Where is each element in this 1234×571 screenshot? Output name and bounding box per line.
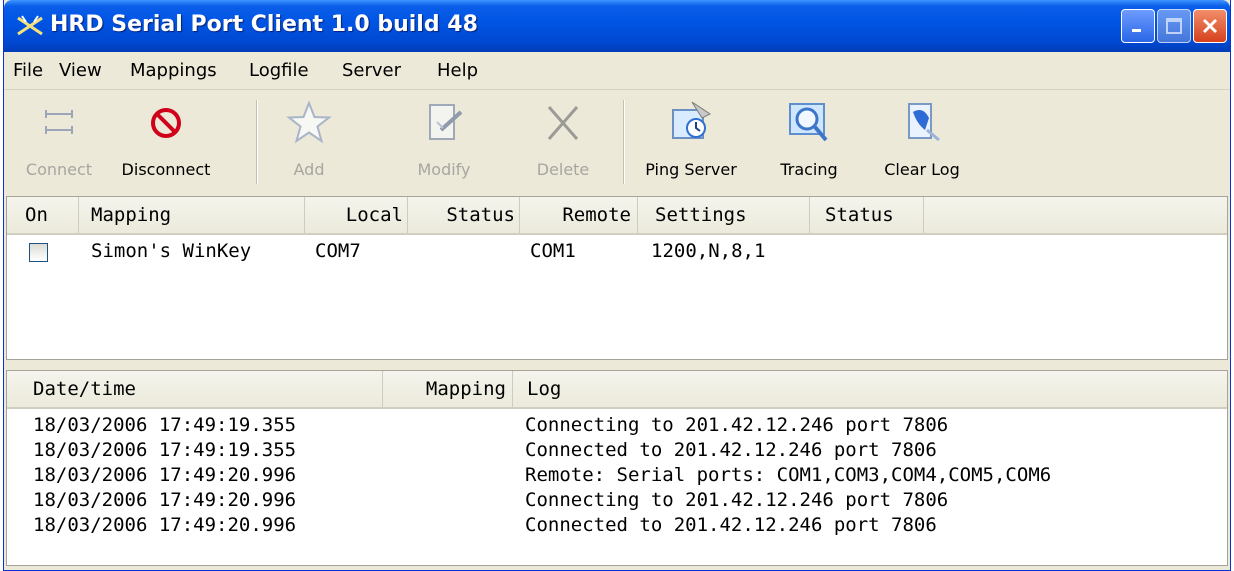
antenna-icon xyxy=(17,15,43,36)
log-message: Connecting to 201.42.12.246 port 7806 xyxy=(525,489,949,511)
table-row[interactable]: 18/03/2006 17:49:19.355 Connected to 201… xyxy=(7,438,1227,463)
log-datetime: 18/03/2006 17:49:20.996 xyxy=(33,464,297,486)
tracing-button[interactable]: Tracing xyxy=(764,96,854,188)
disconnect-button[interactable]: Disconnect xyxy=(108,96,224,188)
panel-splitter[interactable] xyxy=(4,362,1230,368)
mappings-list[interactable]: On Mapping Local Status Remote Settings … xyxy=(6,196,1228,360)
x-icon xyxy=(547,106,579,140)
log-message: Connected to 201.42.12.246 port 7806 xyxy=(525,514,937,536)
modify-label: Modify xyxy=(417,160,471,179)
menu-help[interactable]: Help xyxy=(437,60,478,81)
ping-clock-icon xyxy=(672,101,711,139)
log-message: Connecting to 201.42.12.246 port 7806 xyxy=(525,414,949,436)
maximize-button[interactable] xyxy=(1157,9,1191,43)
edit-document-icon xyxy=(429,104,463,140)
delete-label: Delete xyxy=(536,160,590,179)
clear-log-label: Clear Log xyxy=(884,160,960,179)
add-label: Add xyxy=(293,160,325,179)
column-header-local[interactable]: Local xyxy=(305,197,408,233)
table-row[interactable]: Simon's WinKey COM7 COM1 1200,N,8,1 xyxy=(7,239,1227,264)
column-header-local-status[interactable]: Status xyxy=(408,197,520,233)
minimize-button[interactable] xyxy=(1121,9,1155,43)
log-message: Remote: Serial ports: COM1,COM3,COM4,COM… xyxy=(525,464,1052,486)
menu-file[interactable]: File xyxy=(13,60,43,81)
clear-document-icon xyxy=(908,103,940,142)
ping-server-button[interactable]: Ping Server xyxy=(632,96,750,188)
ping-server-label: Ping Server xyxy=(645,160,737,179)
connect-button[interactable]: Connect xyxy=(18,96,100,188)
mapping-local-port: COM7 xyxy=(315,240,361,262)
connect-arrows-icon xyxy=(45,110,73,134)
toolbar-separator xyxy=(623,100,625,184)
menu-logfile[interactable]: Logfile xyxy=(249,60,309,81)
column-header-remote[interactable]: Remote xyxy=(520,197,638,233)
app-window: HRD Serial Port Client 1.0 build 48 File… xyxy=(3,0,1231,571)
modify-button[interactable]: Modify xyxy=(399,96,489,188)
table-row[interactable]: 18/03/2006 17:49:20.996 Remote: Serial p… xyxy=(7,463,1227,488)
tracing-label: Tracing xyxy=(780,160,838,179)
maximize-icon xyxy=(1166,18,1182,34)
toolbar: Connect Disconnect Add Modify Delete Pin… xyxy=(4,90,1230,194)
window-title: HRD Serial Port Client 1.0 build 48 xyxy=(50,12,478,37)
star-icon xyxy=(286,100,332,144)
column-header-on[interactable]: On xyxy=(7,197,79,233)
column-header-log[interactable]: Log xyxy=(513,371,1229,407)
column-header-settings[interactable]: Settings xyxy=(638,197,810,233)
column-header-mapping[interactable]: Mapping xyxy=(79,197,305,233)
connect-label: Connect xyxy=(25,160,93,179)
no-entry-icon xyxy=(151,108,181,138)
mappings-header: On Mapping Local Status Remote Settings … xyxy=(7,197,1227,235)
menu-mappings[interactable]: Mappings xyxy=(130,60,217,81)
log-message: Connected to 201.42.12.246 port 7806 xyxy=(525,439,937,461)
close-button[interactable] xyxy=(1193,9,1227,43)
close-icon xyxy=(1202,18,1218,34)
add-button[interactable]: Add xyxy=(274,96,344,188)
mapping-remote-port: COM1 xyxy=(530,240,576,262)
column-header-remote-status[interactable]: Status xyxy=(810,197,924,233)
magnifier-window-icon xyxy=(789,103,828,142)
table-row[interactable]: 18/03/2006 17:49:20.996 Connected to 201… xyxy=(7,513,1227,538)
log-datetime: 18/03/2006 17:49:20.996 xyxy=(33,489,297,511)
menu-view[interactable]: View xyxy=(59,60,102,81)
log-datetime: 18/03/2006 17:49:19.355 xyxy=(33,414,297,436)
menu-bar: File View Mappings Logfile Server Help xyxy=(4,52,1230,90)
log-header: Date/time Mapping Log xyxy=(7,371,1227,409)
log-datetime: 18/03/2006 17:49:19.355 xyxy=(33,439,297,461)
table-row[interactable]: 18/03/2006 17:49:19.355 Connecting to 20… xyxy=(7,413,1227,438)
minimize-icon xyxy=(1132,29,1141,32)
disconnect-label: Disconnect xyxy=(121,160,211,179)
column-header-log-mapping[interactable]: Mapping xyxy=(383,371,513,407)
title-bar[interactable]: HRD Serial Port Client 1.0 build 48 xyxy=(4,0,1230,52)
menu-server[interactable]: Server xyxy=(342,60,401,81)
table-row[interactable]: 18/03/2006 17:49:20.996 Connecting to 20… xyxy=(7,488,1227,513)
mapping-settings: 1200,N,8,1 xyxy=(651,240,766,262)
log-datetime: 18/03/2006 17:49:20.996 xyxy=(33,514,297,536)
toolbar-separator xyxy=(256,100,258,184)
mapping-name: Simon's WinKey xyxy=(91,240,252,262)
clear-log-button[interactable]: Clear Log xyxy=(870,96,974,188)
column-header-datetime[interactable]: Date/time xyxy=(7,371,383,407)
delete-button[interactable]: Delete xyxy=(521,96,605,188)
log-list[interactable]: Date/time Mapping Log 18/03/2006 17:49:1… xyxy=(6,370,1228,566)
